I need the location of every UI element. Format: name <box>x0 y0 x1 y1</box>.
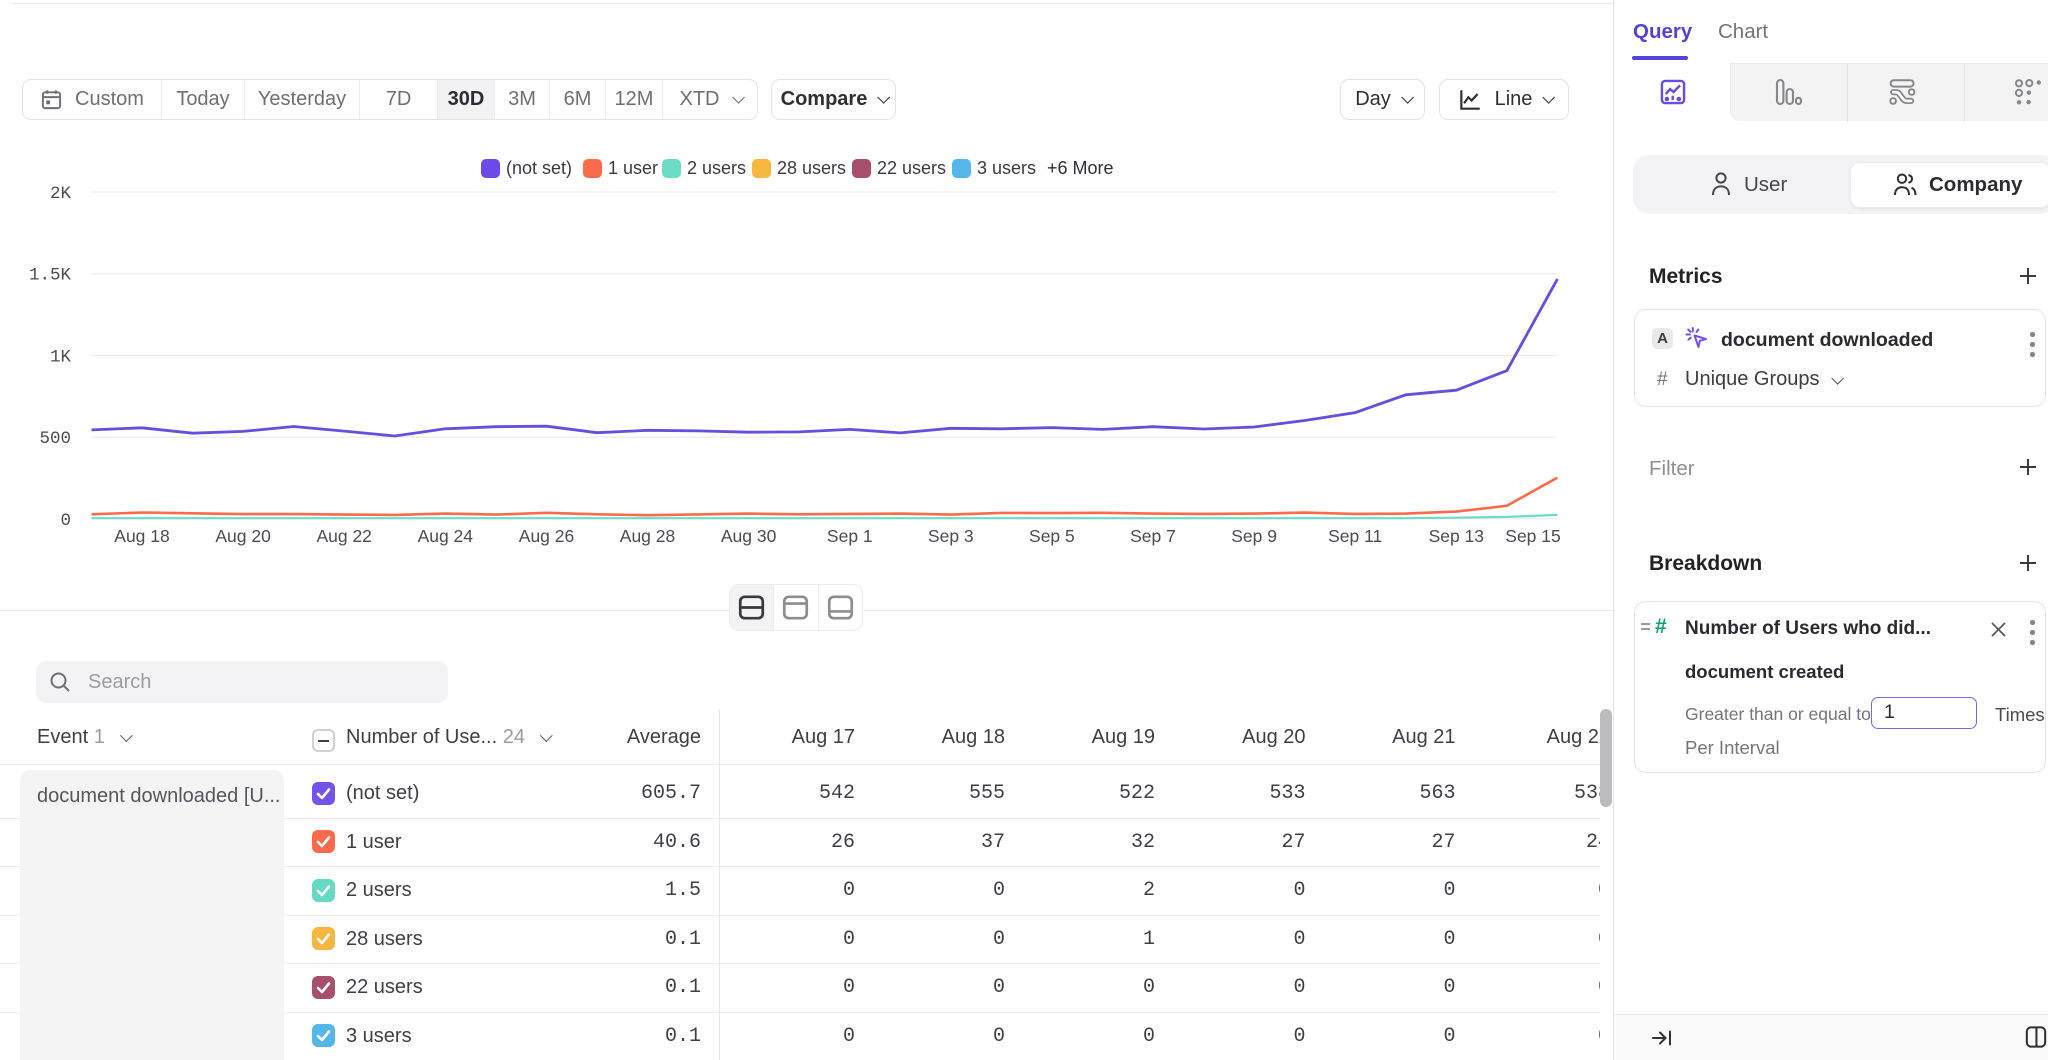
svg-text:Sep 1: Sep 1 <box>827 526 873 546</box>
svg-text:Aug 18: Aug 18 <box>114 526 169 546</box>
svg-text:Sep 11: Sep 11 <box>1328 526 1382 546</box>
svg-text:Aug 22: Aug 22 <box>316 526 371 546</box>
svg-text:Aug 26: Aug 26 <box>519 526 574 546</box>
svg-text:1.5K: 1.5K <box>29 266 72 286</box>
svg-text:500: 500 <box>39 429 71 449</box>
svg-text:0: 0 <box>60 511 71 531</box>
svg-text:Aug 24: Aug 24 <box>418 526 474 546</box>
svg-text:Sep 15: Sep 15 <box>1505 526 1560 546</box>
svg-text:1K: 1K <box>50 347 72 367</box>
svg-text:Aug 28: Aug 28 <box>620 526 675 546</box>
svg-text:Aug 20: Aug 20 <box>215 526 271 546</box>
svg-text:2K: 2K <box>50 184 72 204</box>
svg-text:Sep 5: Sep 5 <box>1029 526 1075 546</box>
svg-text:Sep 3: Sep 3 <box>928 526 974 546</box>
svg-text:Aug 30: Aug 30 <box>721 526 777 546</box>
svg-text:Sep 13: Sep 13 <box>1429 526 1484 546</box>
svg-text:Sep 9: Sep 9 <box>1231 526 1277 546</box>
svg-text:Sep 7: Sep 7 <box>1130 526 1176 546</box>
